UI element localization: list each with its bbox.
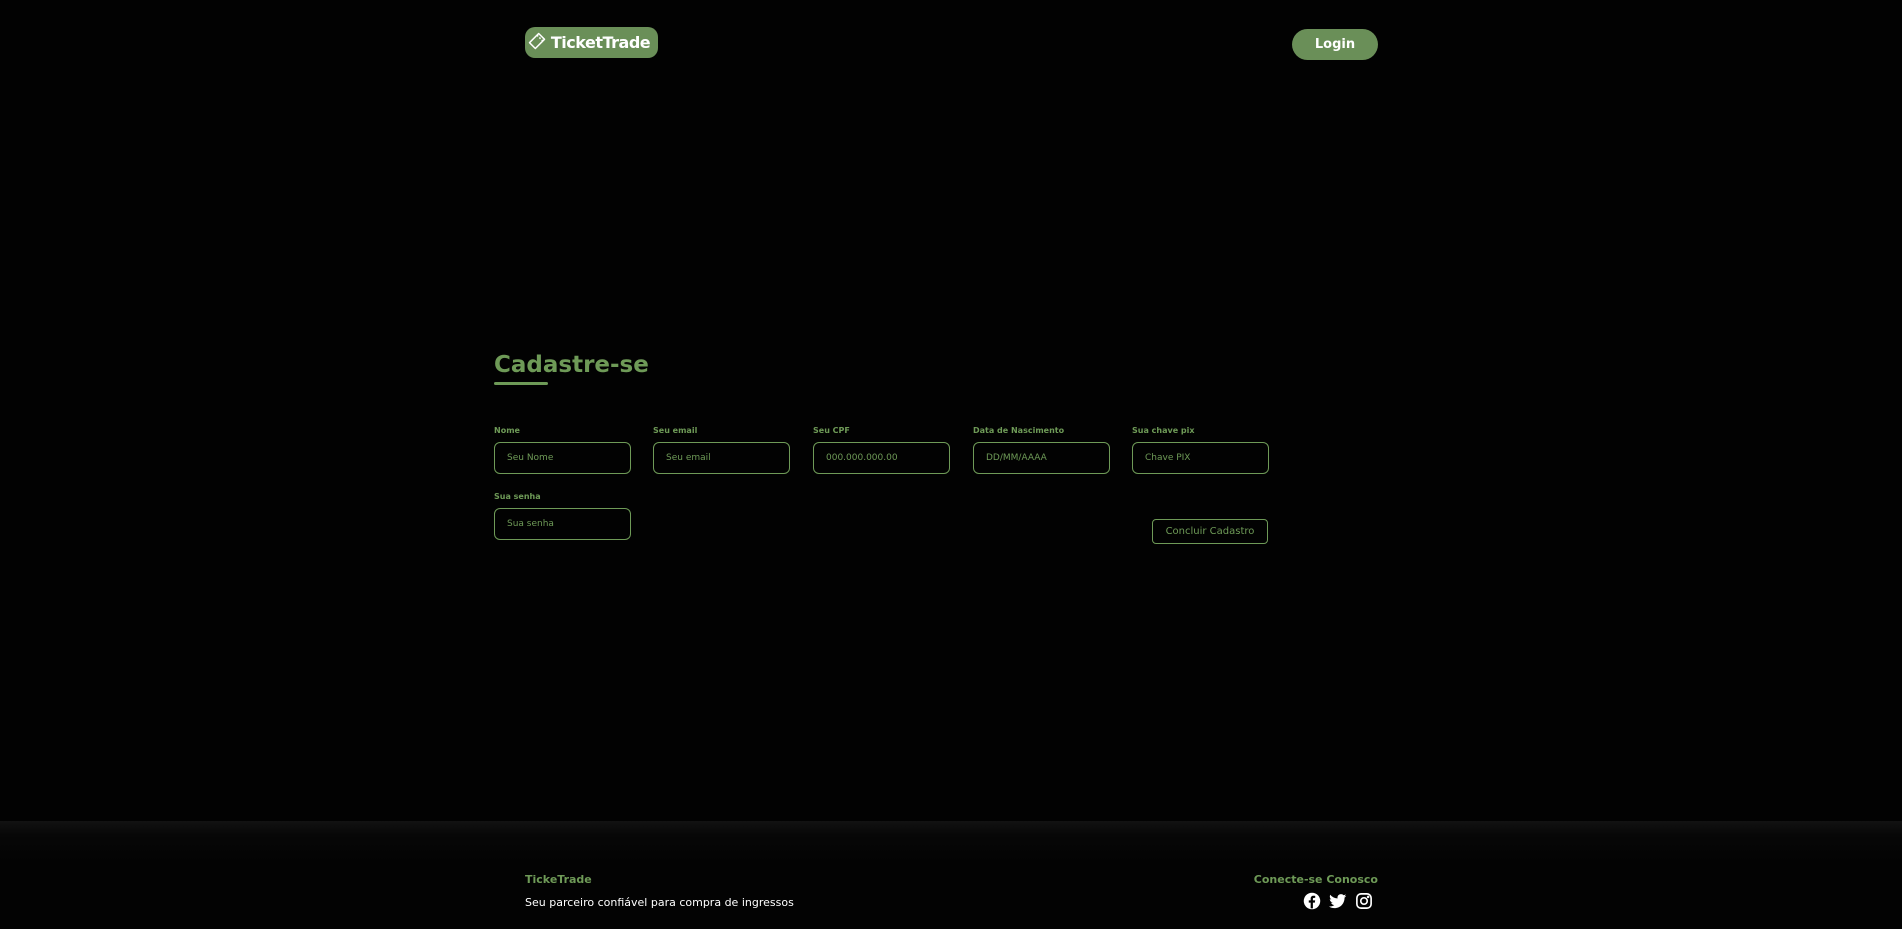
- footer-brand: TickeTrade: [525, 873, 592, 886]
- cpf-label: Seu CPF: [813, 426, 850, 435]
- birthdate-field: Data de Nascimento: [973, 426, 1110, 474]
- name-input[interactable]: [494, 442, 631, 474]
- pix-key-input[interactable]: [1132, 442, 1269, 474]
- name-field: Nome: [494, 426, 631, 474]
- cpf-input[interactable]: [813, 442, 950, 474]
- submit-button[interactable]: Concluir Cadastro: [1152, 519, 1268, 544]
- social-links: [1303, 892, 1373, 910]
- pix-key-field: Sua chave pix: [1132, 426, 1269, 474]
- twitter-icon[interactable]: [1329, 892, 1347, 910]
- birthdate-input[interactable]: [973, 442, 1110, 474]
- name-label: Nome: [494, 426, 520, 435]
- password-label: Sua senha: [494, 492, 541, 501]
- email-input[interactable]: [653, 442, 790, 474]
- instagram-icon[interactable]: [1355, 892, 1373, 910]
- birthdate-label: Data de Nascimento: [973, 426, 1065, 435]
- page-title: Cadastre-se: [494, 352, 649, 378]
- password-field: Sua senha: [494, 492, 631, 540]
- title-underline: [494, 382, 548, 385]
- page: TicketTrade Login Cadastre-se Nome Seu e…: [0, 0, 1902, 929]
- password-input[interactable]: [494, 508, 631, 540]
- cpf-field: Seu CPF: [813, 426, 950, 474]
- facebook-icon[interactable]: [1303, 892, 1321, 910]
- footer: [0, 821, 1902, 929]
- pix-key-label: Sua chave pix: [1132, 426, 1195, 435]
- email-field: Seu email: [653, 426, 790, 474]
- login-button[interactable]: Login: [1292, 29, 1378, 60]
- footer-tagline: Seu parceiro confiável para compra de in…: [525, 896, 794, 909]
- footer-connect-title: Conecte-se Conosco: [1253, 873, 1378, 886]
- logo-text: TicketTrade: [550, 33, 651, 52]
- email-label: Seu email: [653, 426, 698, 435]
- ticket-icon: [527, 31, 547, 55]
- logo[interactable]: TicketTrade: [525, 27, 658, 58]
